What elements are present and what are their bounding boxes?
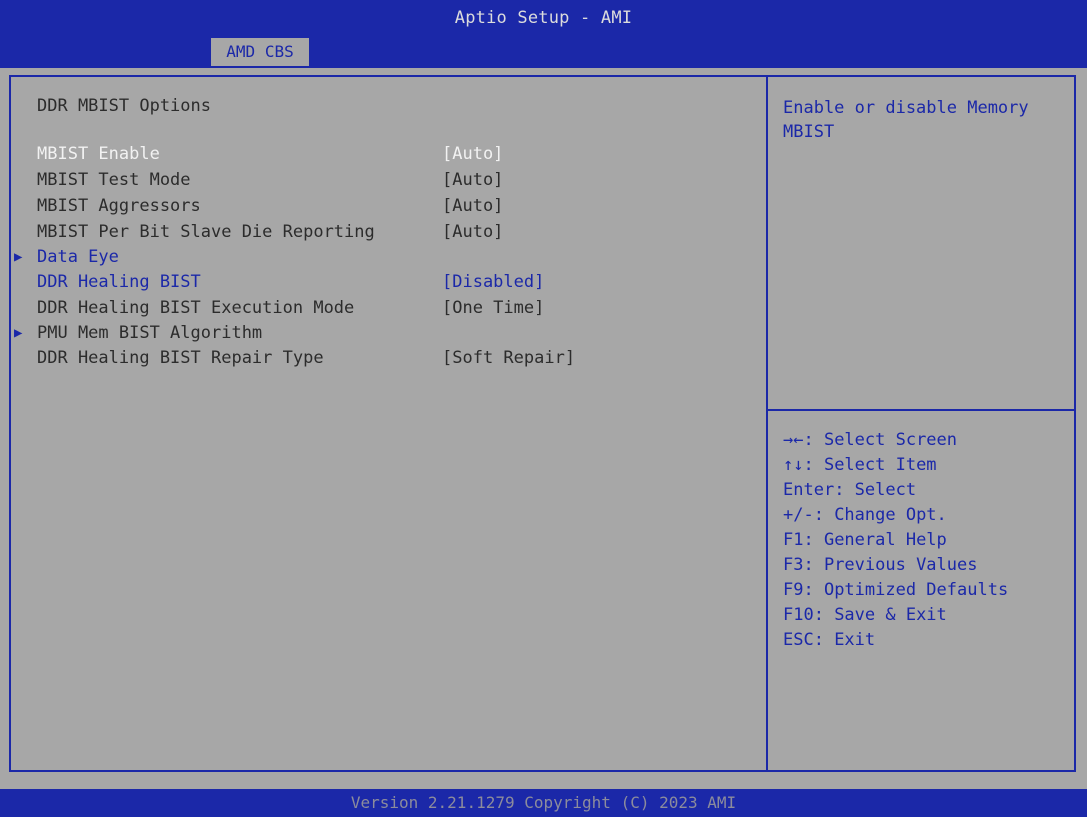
setting-label: MBIST Per Bit Slave Die Reporting xyxy=(37,222,375,242)
setting-value[interactable]: [Auto] xyxy=(442,220,503,244)
setting-value[interactable]: [Disabled] xyxy=(442,270,544,294)
setting-label: MBIST Aggressors xyxy=(37,196,201,216)
setting-label: MBIST Test Mode xyxy=(37,170,191,190)
key-help-select-item: ↑↓: Select Item xyxy=(783,455,937,475)
submenu-arrow-icon: ▶ xyxy=(14,249,23,265)
key-help-list: →←: Select Screen ↑↓: Select Item Enter:… xyxy=(783,428,1073,653)
key-help-change-opt: +/-: Change Opt. xyxy=(783,505,947,525)
setting-value[interactable]: [Soft Repair] xyxy=(442,346,575,370)
key-help-select-screen: →←: Select Screen xyxy=(783,430,958,450)
setting-value[interactable]: [One Time] xyxy=(442,296,544,320)
header-bar: Aptio Setup - AMI AMD CBS xyxy=(0,0,1087,68)
setting-mbist-test-mode[interactable]: MBIST Test Mode [Auto] xyxy=(11,168,766,192)
setting-label: DDR Healing BIST Execution Mode xyxy=(37,298,355,318)
submenu-data-eye[interactable]: ▶ Data Eye xyxy=(11,245,766,269)
key-help-enter: Enter: Select xyxy=(783,480,917,500)
setting-mbist-per-bit-slave-die-reporting[interactable]: MBIST Per Bit Slave Die Reporting [Auto] xyxy=(11,220,766,244)
vertical-divider xyxy=(766,77,768,770)
item-help-text: Enable or disable Memory MBIST xyxy=(783,98,1029,142)
setting-label: DDR Healing BIST xyxy=(37,272,201,292)
setting-ddr-healing-bist-repair-type[interactable]: DDR Healing BIST Repair Type [Soft Repai… xyxy=(11,346,766,370)
setting-value[interactable]: [Auto] xyxy=(442,142,503,166)
key-help-general-help: F1: General Help xyxy=(783,530,947,550)
setting-label: DDR Healing BIST Repair Type xyxy=(37,348,324,368)
help-divider xyxy=(768,409,1074,411)
setting-label: MBIST Enable xyxy=(37,144,160,164)
section-title: DDR MBIST Options xyxy=(37,96,211,116)
setting-value[interactable]: [Auto] xyxy=(442,168,503,192)
setting-label: PMU Mem BIST Algorithm xyxy=(37,323,263,343)
key-help-save-exit: F10: Save & Exit xyxy=(783,605,947,625)
key-help-previous-values: F3: Previous Values xyxy=(783,555,978,575)
setting-mbist-aggressors[interactable]: MBIST Aggressors [Auto] xyxy=(11,194,766,218)
setting-ddr-healing-bist-execution-mode[interactable]: DDR Healing BIST Execution Mode [One Tim… xyxy=(11,296,766,320)
key-help-exit: ESC: Exit xyxy=(783,630,876,650)
footer-bar: Version 2.21.1279 Copyright (C) 2023 AMI xyxy=(0,789,1087,817)
version-copyright: Version 2.21.1279 Copyright (C) 2023 AMI xyxy=(350,793,737,812)
bios-screen: Aptio Setup - AMI AMD CBS DDR MBIST Opti… xyxy=(0,0,1087,817)
submenu-pmu-mem-bist-algorithm[interactable]: ▶ PMU Mem BIST Algorithm xyxy=(11,321,766,345)
tab-amd-cbs[interactable]: AMD CBS xyxy=(211,38,309,66)
setting-label: Data Eye xyxy=(37,247,119,267)
setting-mbist-enable[interactable]: MBIST Enable [Auto] xyxy=(11,142,766,166)
app-title: Aptio Setup - AMI xyxy=(454,8,633,28)
submenu-arrow-icon: ▶ xyxy=(14,325,23,341)
setting-value[interactable]: [Auto] xyxy=(442,194,503,218)
setting-ddr-healing-bist[interactable]: DDR Healing BIST [Disabled] xyxy=(11,270,766,294)
key-help-optimized-defaults: F9: Optimized Defaults xyxy=(783,580,1009,600)
